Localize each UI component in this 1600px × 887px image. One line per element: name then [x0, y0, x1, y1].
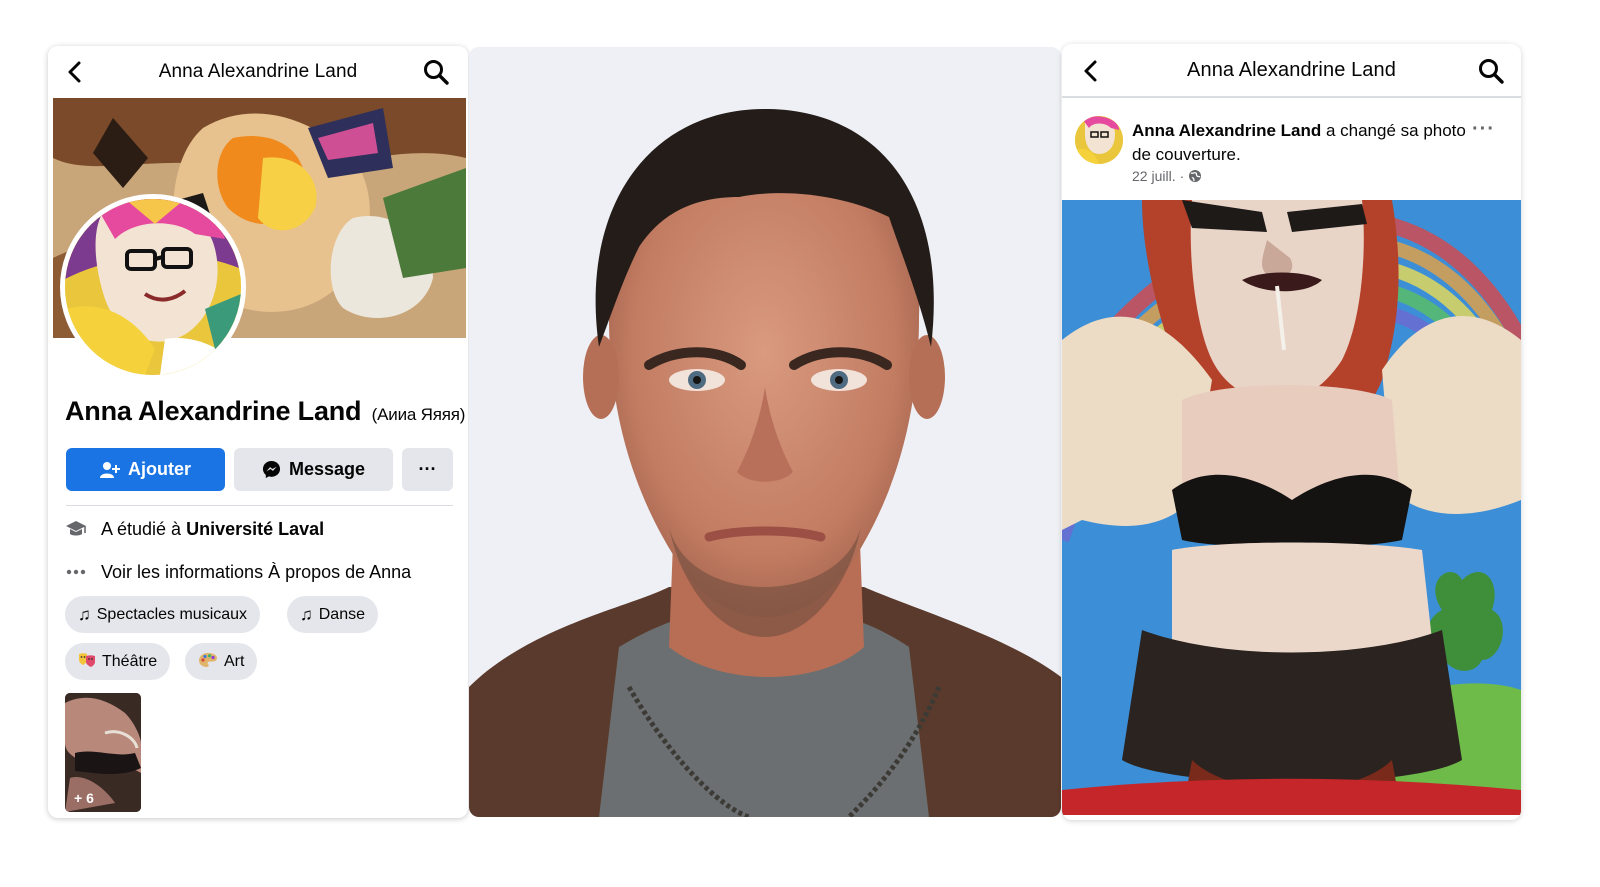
interest-chip-musicals[interactable]: ♫ Spectacles musicaux [65, 596, 261, 633]
more-photos-count: + 6 [74, 790, 94, 806]
post-date[interactable]: 22 juill. [1132, 168, 1176, 184]
palette-icon [198, 652, 218, 671]
education-prefix: A étudié à [101, 518, 182, 539]
post-options-button[interactable]: ··· [1472, 118, 1495, 141]
header-title: Anna Alexandrine Land [1187, 58, 1396, 81]
theater-masks-icon [78, 652, 96, 671]
search-icon[interactable] [422, 58, 450, 86]
music-note-icon: ♫ [300, 605, 313, 624]
back-arrow-icon[interactable] [64, 59, 86, 85]
interest-label: Danse [318, 605, 365, 623]
header-title: Anna Alexandrine Land [158, 61, 358, 82]
interest-label: Spectacles musicaux [96, 605, 248, 623]
interest-label: Art [224, 652, 245, 670]
education-text: A étudié à Université Laval [101, 519, 324, 540]
music-note-icon: ♫ [78, 605, 91, 624]
interest-chip-theatre[interactable]: Théâtre [65, 643, 171, 680]
interest-chip-art[interactable]: Art [185, 643, 258, 680]
portrait-photo [469, 47, 1061, 817]
post-author-avatar[interactable] [1075, 116, 1123, 164]
post-description: Anna Alexandrine Land a changé sa photo … [1132, 119, 1472, 167]
post-header-block: Anna Alexandrine Land a changé sa photo … [1075, 114, 1505, 194]
message-label: Message [288, 459, 366, 479]
more-options-button[interactable]: ··· [402, 448, 453, 491]
section-divider [66, 505, 453, 506]
id-photo-panel [469, 47, 1061, 817]
back-arrow-icon[interactable] [1080, 58, 1102, 84]
more-icon: ··· [418, 459, 437, 479]
ellipsis-icon [65, 561, 87, 583]
post-panel: Anna Alexandrine Land Anna Alexandrine L… [1062, 44, 1521, 820]
search-icon[interactable] [1477, 57, 1505, 85]
about-label: Voir les informations À propos de Anna [101, 561, 412, 582]
meta-separator: · [1179, 168, 1185, 184]
interest-chip-dance[interactable]: ♫ Danse [287, 596, 378, 633]
education-school[interactable]: Université Laval [186, 519, 324, 539]
interest-label: Théâtre [102, 652, 158, 670]
post-artwork [1062, 200, 1521, 815]
add-friend-label: Ajouter [128, 459, 191, 479]
education-row: A étudié à Université Laval [65, 518, 324, 540]
profile-header: Anna Alexandrine Land [48, 46, 468, 98]
photo-thumbnail[interactable]: + 6 [65, 693, 141, 812]
add-friend-button[interactable]: Ajouter [66, 448, 225, 491]
about-link[interactable]: Voir les informations À propos de Anna [65, 561, 411, 583]
profile-name-text: Anna Alexandrine Land [65, 396, 362, 426]
messenger-icon [262, 460, 281, 479]
avatar-artwork [65, 199, 241, 375]
post-meta: 22 juill. · [1132, 168, 1202, 184]
add-friend-icon [100, 461, 120, 478]
globe-icon [1189, 170, 1202, 182]
profile-panel: Anna Alexandrine Land Anna Alexandrine L… [48, 46, 468, 818]
message-button[interactable]: Message [234, 448, 393, 491]
post-avatar-artwork [1075, 116, 1123, 164]
graduation-cap-icon [65, 518, 87, 540]
profile-name: Anna Alexandrine Land (Аииа Яяяя) [65, 396, 465, 427]
profile-avatar[interactable] [60, 194, 246, 380]
post-author-name[interactable]: Anna Alexandrine Land [1132, 121, 1321, 140]
post-cover-image[interactable] [1062, 200, 1521, 815]
alternate-name: (Аииа Яяяя) [371, 405, 466, 424]
post-header: Anna Alexandrine Land [1062, 44, 1521, 98]
